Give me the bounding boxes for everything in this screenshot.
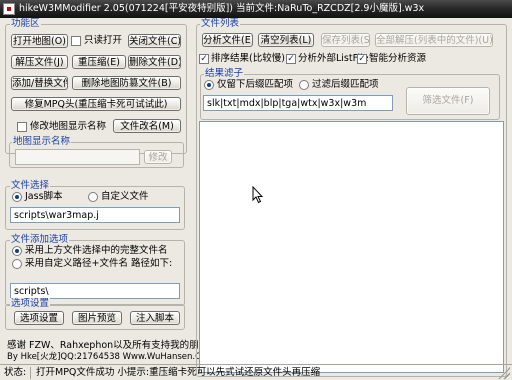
analyze-files-button[interactable]: 分析文件(E) [202, 33, 253, 47]
filter-matches-radio[interactable] [299, 80, 309, 90]
only-show-matches-radio[interactable] [204, 80, 214, 90]
filter-matches-label: 过滤后缀匹配项 [312, 79, 379, 90]
smart-analyze-label: 智能分析资源 [369, 53, 427, 64]
status-text: 打开MPQ文件成功 小提示:重压缩卡死可以先式试还原文件头再压缩 [36, 367, 321, 378]
add-replace-file-button[interactable]: 添加/替换文件(A) [11, 76, 68, 90]
repair-mpq-header-button[interactable]: 修复MPQ头(重压缩卡死可试试此) [11, 97, 181, 111]
function-area-title: 功能区 [10, 18, 41, 30]
jass-script-label: Jass脚本 [25, 191, 63, 202]
app-icon [3, 3, 15, 15]
use-upper-name-radio[interactable] [12, 246, 22, 256]
jass-script-radio[interactable] [12, 192, 22, 202]
settings-button[interactable]: 选项设置 [14, 311, 64, 325]
status-bar: 状态: 打开MPQ文件成功 小提示:重压缩卡死可以先式试还原文件头再压缩 [0, 364, 512, 380]
analyze-external-listfile-checkbox[interactable]: ✓ [286, 54, 296, 64]
filter-file-button[interactable]: 筛选文件(F) [406, 87, 490, 115]
credits-line-2: By Hke[火龙]QQ:21764538 Www.WuHansen.Com [7, 352, 215, 362]
sort-results-label: 排序结果(比较慢) [211, 53, 285, 64]
status-separator [30, 367, 31, 379]
readonly-open-checkbox[interactable] [71, 36, 81, 46]
map-display-name-input[interactable] [15, 149, 140, 165]
decompress-all-button[interactable]: 全部解压(列表中的文件)(U) [375, 33, 493, 47]
options-title: 选项设置 [10, 298, 51, 310]
save-list-button[interactable]: 保存列表(S) [321, 33, 370, 47]
smart-analyze-checkbox[interactable]: ✓ [357, 54, 367, 64]
file-list-title: 文件列表 [200, 18, 241, 30]
inject-script-button[interactable]: 注入脚本 [130, 311, 180, 325]
file-list-view[interactable] [199, 121, 504, 373]
main-window: 功能区 打开地图(O) 只读打开 关闭文件(C) 解压文件(J) 重压缩(E) … [0, 18, 512, 380]
use-custom-path-label: 采用自定义路径+文件名 路径如下: [25, 258, 173, 269]
clear-list-button[interactable]: 清空列表(L) [258, 33, 314, 47]
close-file-button[interactable]: 关闭文件(C) [128, 34, 181, 48]
only-show-matches-label: 仅留下后缀匹配项 [217, 79, 294, 90]
filter-extension-input[interactable]: slk|txt|mdx|blp|tga|wtx|w3x|w3m [203, 95, 393, 111]
custom-path-input[interactable]: scripts\ [10, 283, 180, 299]
status-label: 状态: [4, 367, 27, 378]
recompress-button[interactable]: 重压缩(E) [72, 55, 126, 69]
window-title: hikeW3MModifier 2.05(071224[平安夜特别版]) 当前文… [19, 3, 425, 14]
modify-map-display-name-label: 修改地图显示名称 [30, 121, 107, 132]
file-path-input[interactable]: scripts\war3map.j [10, 207, 180, 223]
title-bar: hikeW3MModifier 2.05(071224[平安夜特别版]) 当前文… [0, 0, 512, 18]
size-grip-icon [498, 367, 510, 379]
map-display-name-title: 地图显示名称 [12, 136, 72, 148]
modify-map-display-name-checkbox[interactable] [17, 122, 27, 132]
mouse-cursor-icon [252, 185, 266, 204]
sort-results-checkbox[interactable]: ✓ [199, 54, 209, 64]
custom-file-radio[interactable] [88, 192, 98, 202]
custom-file-label: 自定义文件 [101, 191, 149, 202]
use-custom-path-radio[interactable] [12, 259, 22, 269]
use-upper-name-label: 采用上方文件选择中的完整文件名 [25, 245, 168, 256]
delete-map-anti-tamper-button[interactable]: 删除地图防篡文件(B) [72, 76, 181, 90]
image-preview-button[interactable]: 图片预览 [72, 311, 122, 325]
modify-map-name-button[interactable]: 修改 [144, 150, 172, 164]
open-map-button[interactable]: 打开地图(O) [11, 34, 68, 48]
readonly-open-label: 只读打开 [84, 35, 123, 46]
rename-file-button[interactable]: 文件改名(M) [113, 119, 181, 133]
decompress-file-button[interactable]: 解压文件(J) [11, 55, 68, 69]
delete-file-button[interactable]: 删除文件(D) [128, 55, 181, 69]
